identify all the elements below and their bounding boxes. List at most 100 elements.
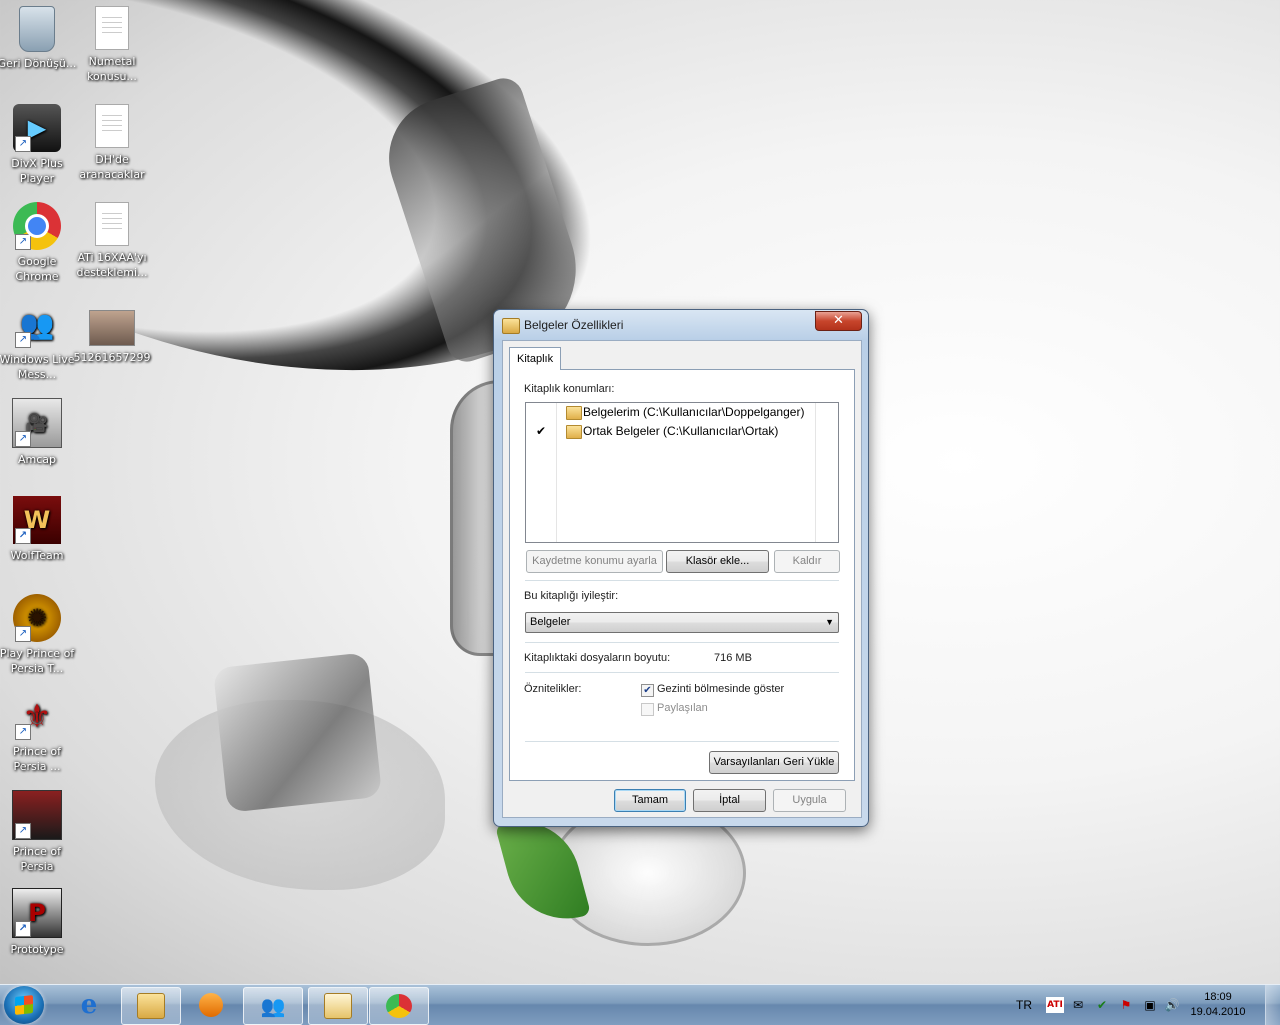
folder-icon (137, 993, 165, 1019)
shortcut-arrow-icon: ↗ (15, 528, 31, 544)
desktop-icon-label: DH'de aranacaklar (79, 153, 145, 181)
desktop-icon-label: Prototype (10, 943, 64, 956)
apply-button[interactable]: Uygula (773, 789, 846, 812)
desktop-icon-label: Numetal konusu... (87, 55, 137, 83)
library-icon (324, 993, 352, 1019)
network-icon[interactable]: ▣ (1142, 997, 1158, 1013)
restore-defaults-button[interactable]: Varsayılanları Geri Yükle (709, 751, 839, 774)
prince-of-persia-icon: ✺ ↗ (13, 594, 61, 642)
taskbar-messenger[interactable]: 👥 (243, 987, 303, 1025)
properties-dialog: Belgeler Özellikleri ✕ Kitaplık Kitaplık… (493, 309, 869, 827)
shortcut-arrow-icon: ↗ (15, 332, 31, 348)
chrome-icon (386, 994, 412, 1018)
optimize-dropdown[interactable]: Belgeler ▼ (525, 612, 839, 633)
taskbar-properties-window[interactable] (308, 987, 368, 1025)
taskbar-internet-explorer[interactable]: e (60, 987, 118, 1023)
chrome-icon: ↗ (13, 202, 61, 250)
library-locations-list[interactable]: Belgelerim (C:\Kullanıcılar\Doppelganger… (525, 402, 839, 543)
desktop-icon-label: Amcap (17, 453, 56, 466)
dialog-client-area: Kitaplık Kitaplık konumları: Belgelerim … (502, 340, 862, 818)
text-document-icon (95, 104, 129, 148)
taskbar-google-chrome[interactable] (369, 987, 429, 1025)
desktop-icon-recycle-bin[interactable]: Geri Dönüşü... (0, 6, 77, 71)
desktop-icon-label: DivX Plus Player (11, 157, 63, 185)
text-document-icon (95, 202, 129, 246)
desktop-icon-label: WolfTeam (10, 549, 64, 562)
show-in-navigation-label[interactable]: Gezinti bölmesinde göster (657, 683, 784, 695)
desktop-icon-wolfteam[interactable]: W ↗ WolfTeam (0, 496, 77, 563)
desktop-icon-photo[interactable]: 51261657299 (72, 310, 152, 365)
volume-icon[interactable]: 🔊 (1164, 997, 1180, 1013)
prototype-icon: P ↗ (12, 888, 62, 938)
desktop-icon-prince-of-persia-2[interactable]: ⚜ ↗ Prince of Persia ... (0, 692, 77, 774)
divider (525, 642, 839, 643)
close-button[interactable]: ✕ (815, 311, 862, 331)
action-center-flag-icon[interactable]: ⚑ (1118, 997, 1134, 1013)
shortcut-arrow-icon: ↗ (15, 626, 31, 642)
text-document-icon (95, 6, 129, 50)
shortcut-arrow-icon: ↗ (15, 136, 31, 152)
system-clock[interactable]: 18:09 19.04.2010 (1183, 990, 1253, 1020)
shortcut-arrow-icon: ↗ (15, 431, 31, 447)
library-icon (502, 318, 520, 334)
shortcut-arrow-icon: ↗ (15, 724, 31, 740)
mail-icon[interactable]: ✉ (1070, 997, 1086, 1013)
desktop-icon-ati-document[interactable]: ATi 16XAA'yı desteklemi... (72, 202, 152, 280)
dialog-title: Belgeler Özellikleri (524, 318, 624, 332)
default-location-check: ✔ (536, 424, 547, 438)
desktop-icon-divx-player[interactable]: ▶ ↗ DivX Plus Player (0, 104, 77, 186)
desktop-icon-prince-of-persia-3[interactable]: ↗ Prince of Persia (0, 790, 77, 874)
remove-button[interactable]: Kaldır (774, 550, 840, 573)
divider (525, 741, 839, 742)
location-path: Ortak Belgeler (C:\Kullanıcılar\Ortak) (583, 424, 779, 438)
show-desktop-button[interactable] (1265, 985, 1280, 1025)
shared-label: Paylaşılan (657, 702, 708, 714)
recycle-bin-icon (19, 6, 55, 52)
media-player-icon (199, 993, 223, 1017)
language-indicator[interactable]: TR (1014, 997, 1034, 1013)
list-item[interactable]: ✔ Ortak Belgeler (C:\Kullanıcılar\Ortak) (526, 422, 838, 441)
set-save-location-button[interactable]: Kaydetme konumu ayarla (526, 550, 663, 573)
chevron-down-icon: ▼ (825, 617, 834, 627)
shortcut-arrow-icon: ↗ (15, 234, 31, 250)
divider (525, 580, 839, 581)
desktop-icon-dh-aranacaklar[interactable]: DH'de aranacaklar (72, 104, 152, 182)
ok-button[interactable]: Tamam (614, 789, 686, 812)
messenger-icon: 👥 (260, 994, 286, 1018)
security-shield-icon[interactable]: ✔ (1094, 997, 1110, 1013)
desktop-icon-label: Geri Dönüşü... (0, 57, 77, 70)
desktop-icon-google-chrome[interactable]: ↗ Google Chrome (0, 202, 77, 284)
messenger-icon: 👥 ↗ (13, 300, 61, 348)
taskbar-media-player[interactable] (182, 987, 240, 1023)
desktop-icon-prototype[interactable]: P ↗ Prototype (0, 888, 77, 957)
desktop-icon-label: Prince of Persia (13, 845, 61, 873)
desktop-icon-amcap[interactable]: 🎥 ↗ Amcap (0, 398, 77, 467)
folder-icon (566, 425, 582, 439)
add-folder-button[interactable]: Klasör ekle... (666, 550, 769, 573)
desktop-icon-play-prince-of-persia[interactable]: ✺ ↗ Play Prince of Persia T... (0, 594, 77, 676)
desktop-icon-label: Play Prince of Persia T... (0, 647, 75, 675)
library-size-value: 716 MB (714, 652, 752, 664)
library-locations-label: Kitaplık konumları: (524, 383, 615, 395)
start-button[interactable] (4, 986, 44, 1024)
wallpaper-ice-cube (212, 652, 383, 813)
desktop-icon-label: Windows Live Mess... (0, 353, 75, 381)
clock-time: 18:09 (1204, 991, 1232, 1003)
desktop-icon-label: Google Chrome (15, 255, 59, 283)
ati-catalyst-icon[interactable]: ATI (1046, 997, 1064, 1013)
taskbar-windows-explorer[interactable] (121, 987, 181, 1025)
divider (525, 672, 839, 673)
list-item[interactable]: Belgelerim (C:\Kullanıcılar\Doppelganger… (526, 403, 838, 422)
cancel-button[interactable]: İptal (693, 789, 766, 812)
taskbar: e 👥 TR ATI ✉ ✔ ⚑ ▣ 🔊 18:09 19.04.2010 (0, 984, 1280, 1025)
shortcut-arrow-icon: ↗ (15, 921, 31, 937)
attributes-label: Öznitelikler: (524, 683, 582, 695)
optimize-selected-value: Belgeler (530, 616, 571, 628)
desktop-icon-numetal[interactable]: Numetal konusu... (72, 6, 152, 84)
tab-library[interactable]: Kitaplık (509, 347, 562, 370)
prince-of-persia-icon: ↗ (12, 790, 62, 840)
folder-icon (566, 406, 582, 420)
shared-checkbox[interactable] (641, 703, 654, 716)
show-in-navigation-checkbox[interactable]: ✔ (641, 684, 654, 697)
desktop-icon-windows-live-messenger[interactable]: 👥 ↗ Windows Live Mess... (0, 300, 77, 382)
